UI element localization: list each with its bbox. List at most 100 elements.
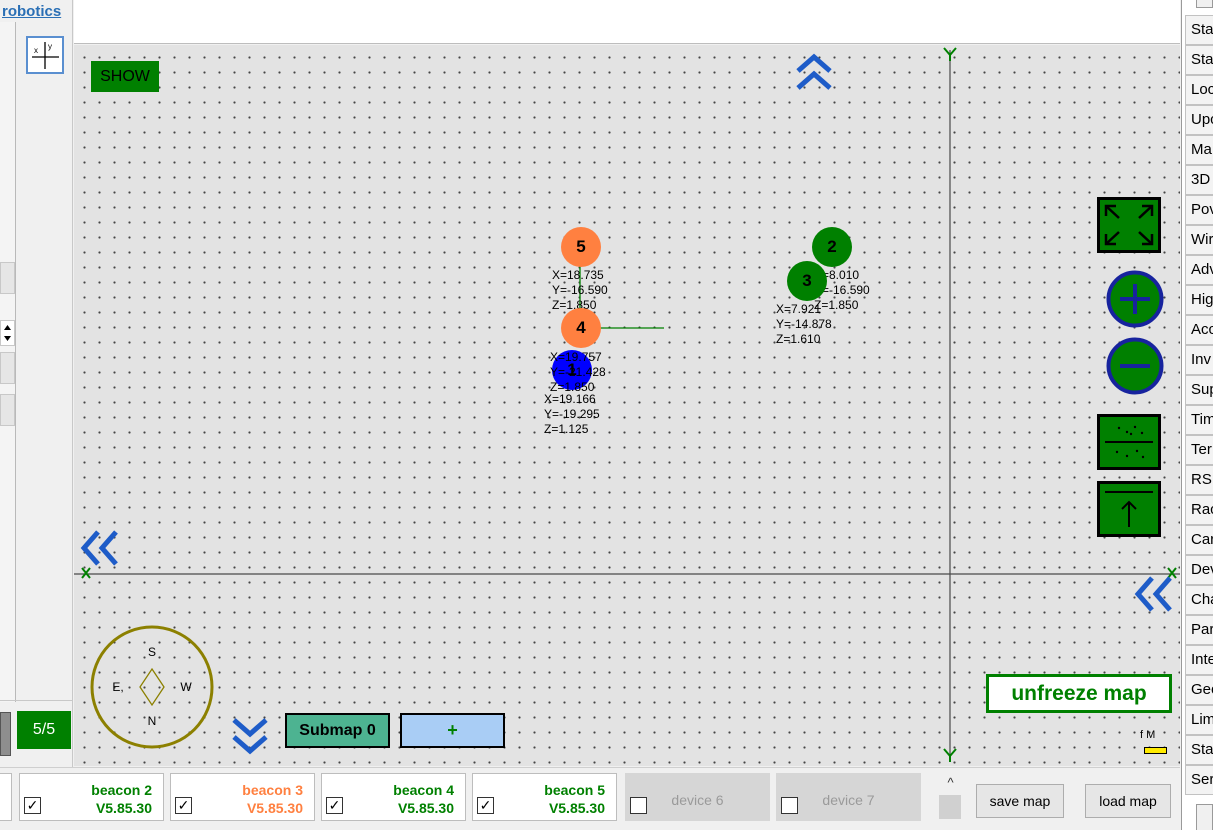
right-menu-item[interactable]: Inv (1185, 345, 1213, 375)
right-menu-item[interactable]: Par (1185, 615, 1213, 645)
map-canvas[interactable]: SHOW S N E, W 5 X=18.735 Y=-16.590 Z=1.8… (74, 45, 1180, 766)
left-spinner[interactable] (0, 320, 15, 346)
double-chevron-down-icon (232, 718, 268, 755)
left-collapsed-button[interactable] (0, 352, 15, 384)
device-checkbox[interactable]: ✓ (175, 797, 192, 814)
device-card[interactable]: device 7 (776, 773, 921, 821)
right-menu-item[interactable]: Upc (1185, 105, 1213, 135)
beacon-coords: X=7.921 Y=-14.878 Z=1.610 (776, 302, 832, 346)
beacon-marker[interactable]: 2 (812, 227, 852, 267)
scale-label: f M (1140, 729, 1156, 741)
double-chevron-left-icon (1134, 576, 1172, 612)
compass-south-label: S (148, 645, 156, 659)
device-version: V5.85.30 (246, 800, 303, 816)
device-version: V5.85.30 (548, 800, 605, 816)
right-menu-item[interactable]: Dev (1185, 555, 1213, 585)
save-map-button[interactable]: save map (976, 784, 1064, 818)
right-menu-item[interactable]: RS (1185, 465, 1213, 495)
device-checkbox[interactable] (630, 797, 647, 814)
top-bar (74, 0, 1180, 44)
right-menu-item[interactable]: Wir (1185, 225, 1213, 255)
beacon-number: 3 (802, 271, 812, 290)
device-card[interactable]: beacon 3 V5.85.30 ✓ (170, 773, 315, 821)
device-card[interactable]: device 6 (625, 773, 770, 821)
device-list-scroll-thumb[interactable] (939, 795, 961, 819)
right-menu-item[interactable]: Sup (1185, 375, 1213, 405)
device-list-scroll-up[interactable]: ^ (942, 775, 959, 790)
right-menu-item[interactable]: Ter (1185, 435, 1213, 465)
unfreeze-map-button[interactable]: unfreeze map (986, 674, 1172, 713)
beacon-number: 5 (576, 237, 586, 256)
beacon-marker[interactable]: 4 (561, 308, 601, 348)
device-version: V5.85.30 (95, 800, 152, 816)
add-submap-button[interactable]: + (400, 713, 505, 748)
right-menu-item[interactable]: Loc (1185, 75, 1213, 105)
beacon-marker[interactable]: 3 (787, 261, 827, 301)
device-card[interactable]: beacon 4 V5.85.30 ✓ (321, 773, 466, 821)
right-panel-top-button[interactable] (1196, 0, 1213, 8)
device-checkbox[interactable]: ✓ (24, 797, 41, 814)
right-menu-item[interactable]: Adv (1185, 255, 1213, 285)
left-collapsed-button[interactable] (0, 394, 15, 426)
minus-icon (1106, 337, 1164, 395)
right-menu-item[interactable]: Lim (1185, 705, 1213, 735)
right-menu-item[interactable]: Hig (1185, 285, 1213, 315)
double-chevron-up-icon (796, 53, 832, 90)
compass-east-label: E, (112, 680, 123, 694)
compass-north-label: N (148, 714, 157, 728)
plus-icon (1106, 270, 1164, 328)
device-card[interactable]: beacon 2 V5.85.30 ✓ (19, 773, 164, 821)
device-counter: 5/5 (17, 711, 71, 749)
svg-text:y: y (48, 42, 52, 51)
axes-tool-button[interactable]: x y (26, 36, 64, 74)
device-version: V5.85.30 (397, 800, 454, 816)
submap-button[interactable]: Submap 0 (285, 713, 390, 748)
load-map-button[interactable]: load map (1085, 784, 1171, 818)
right-menu-item[interactable]: Sta (1185, 45, 1213, 75)
right-menu-item[interactable]: Acc (1185, 315, 1213, 345)
right-menu-item[interactable]: 3D (1185, 165, 1213, 195)
device-name: device 7 (822, 792, 875, 808)
beacon-coords: X=19.757 Y=-21.428 Z=1.850 (550, 350, 606, 394)
device-name: beacon 4 (393, 782, 454, 798)
device-checkbox[interactable]: ✓ (477, 797, 494, 814)
right-menu-item[interactable]: Rac (1185, 495, 1213, 525)
arrow-to-top-icon (1097, 481, 1161, 537)
device-card[interactable]: beacon 5 V5.85.30 ✓ (472, 773, 617, 821)
grid-dots-icon (1097, 414, 1161, 470)
device-card-partial[interactable] (0, 773, 12, 821)
beacon-number: 2 (827, 237, 837, 256)
axes-icon: x y (32, 42, 59, 69)
right-menu-item[interactable]: Sta (1185, 735, 1213, 765)
right-menu-item[interactable]: Sta (1185, 15, 1213, 45)
beacon-number: 4 (576, 318, 586, 337)
right-menu-item[interactable]: Pov (1185, 195, 1213, 225)
spinner-arrows-icon (4, 325, 11, 341)
map-overlay (74, 47, 1180, 762)
device-name: beacon 5 (544, 782, 605, 798)
right-menu-item[interactable]: Ma (1185, 135, 1213, 165)
double-chevron-left-icon (80, 530, 118, 566)
compass-west-label: W (180, 680, 192, 694)
show-button[interactable]: SHOW (91, 61, 159, 92)
left-collapsed-button[interactable] (0, 262, 15, 294)
right-menu-item[interactable]: Geo (1185, 675, 1213, 705)
right-menu-item[interactable]: Tim (1185, 405, 1213, 435)
beacon-coords: X=19.166 Y=-19.295 Z=1.125 (544, 392, 600, 436)
device-name: beacon 3 (242, 782, 303, 798)
device-checkbox[interactable] (781, 797, 798, 814)
right-panel-bottom-button[interactable] (1196, 804, 1213, 830)
device-name: beacon 2 (91, 782, 152, 798)
right-menu-item[interactable]: Cha (1185, 585, 1213, 615)
right-menu-item[interactable]: Car (1185, 525, 1213, 555)
beacon-marker[interactable]: 5 (561, 227, 601, 267)
right-menu-item[interactable]: Ser (1185, 765, 1213, 795)
svg-text:x: x (34, 46, 38, 55)
brand-link[interactable]: robotics (2, 3, 61, 20)
left-grey-button[interactable] (0, 712, 11, 756)
right-menu-item[interactable]: Inte (1185, 645, 1213, 675)
beacon-coords: X=18.735 Y=-16.590 Z=1.850 (552, 268, 608, 312)
device-checkbox[interactable]: ✓ (326, 797, 343, 814)
x-axis-left-marker (81, 567, 91, 579)
scale-bar (1144, 747, 1167, 754)
